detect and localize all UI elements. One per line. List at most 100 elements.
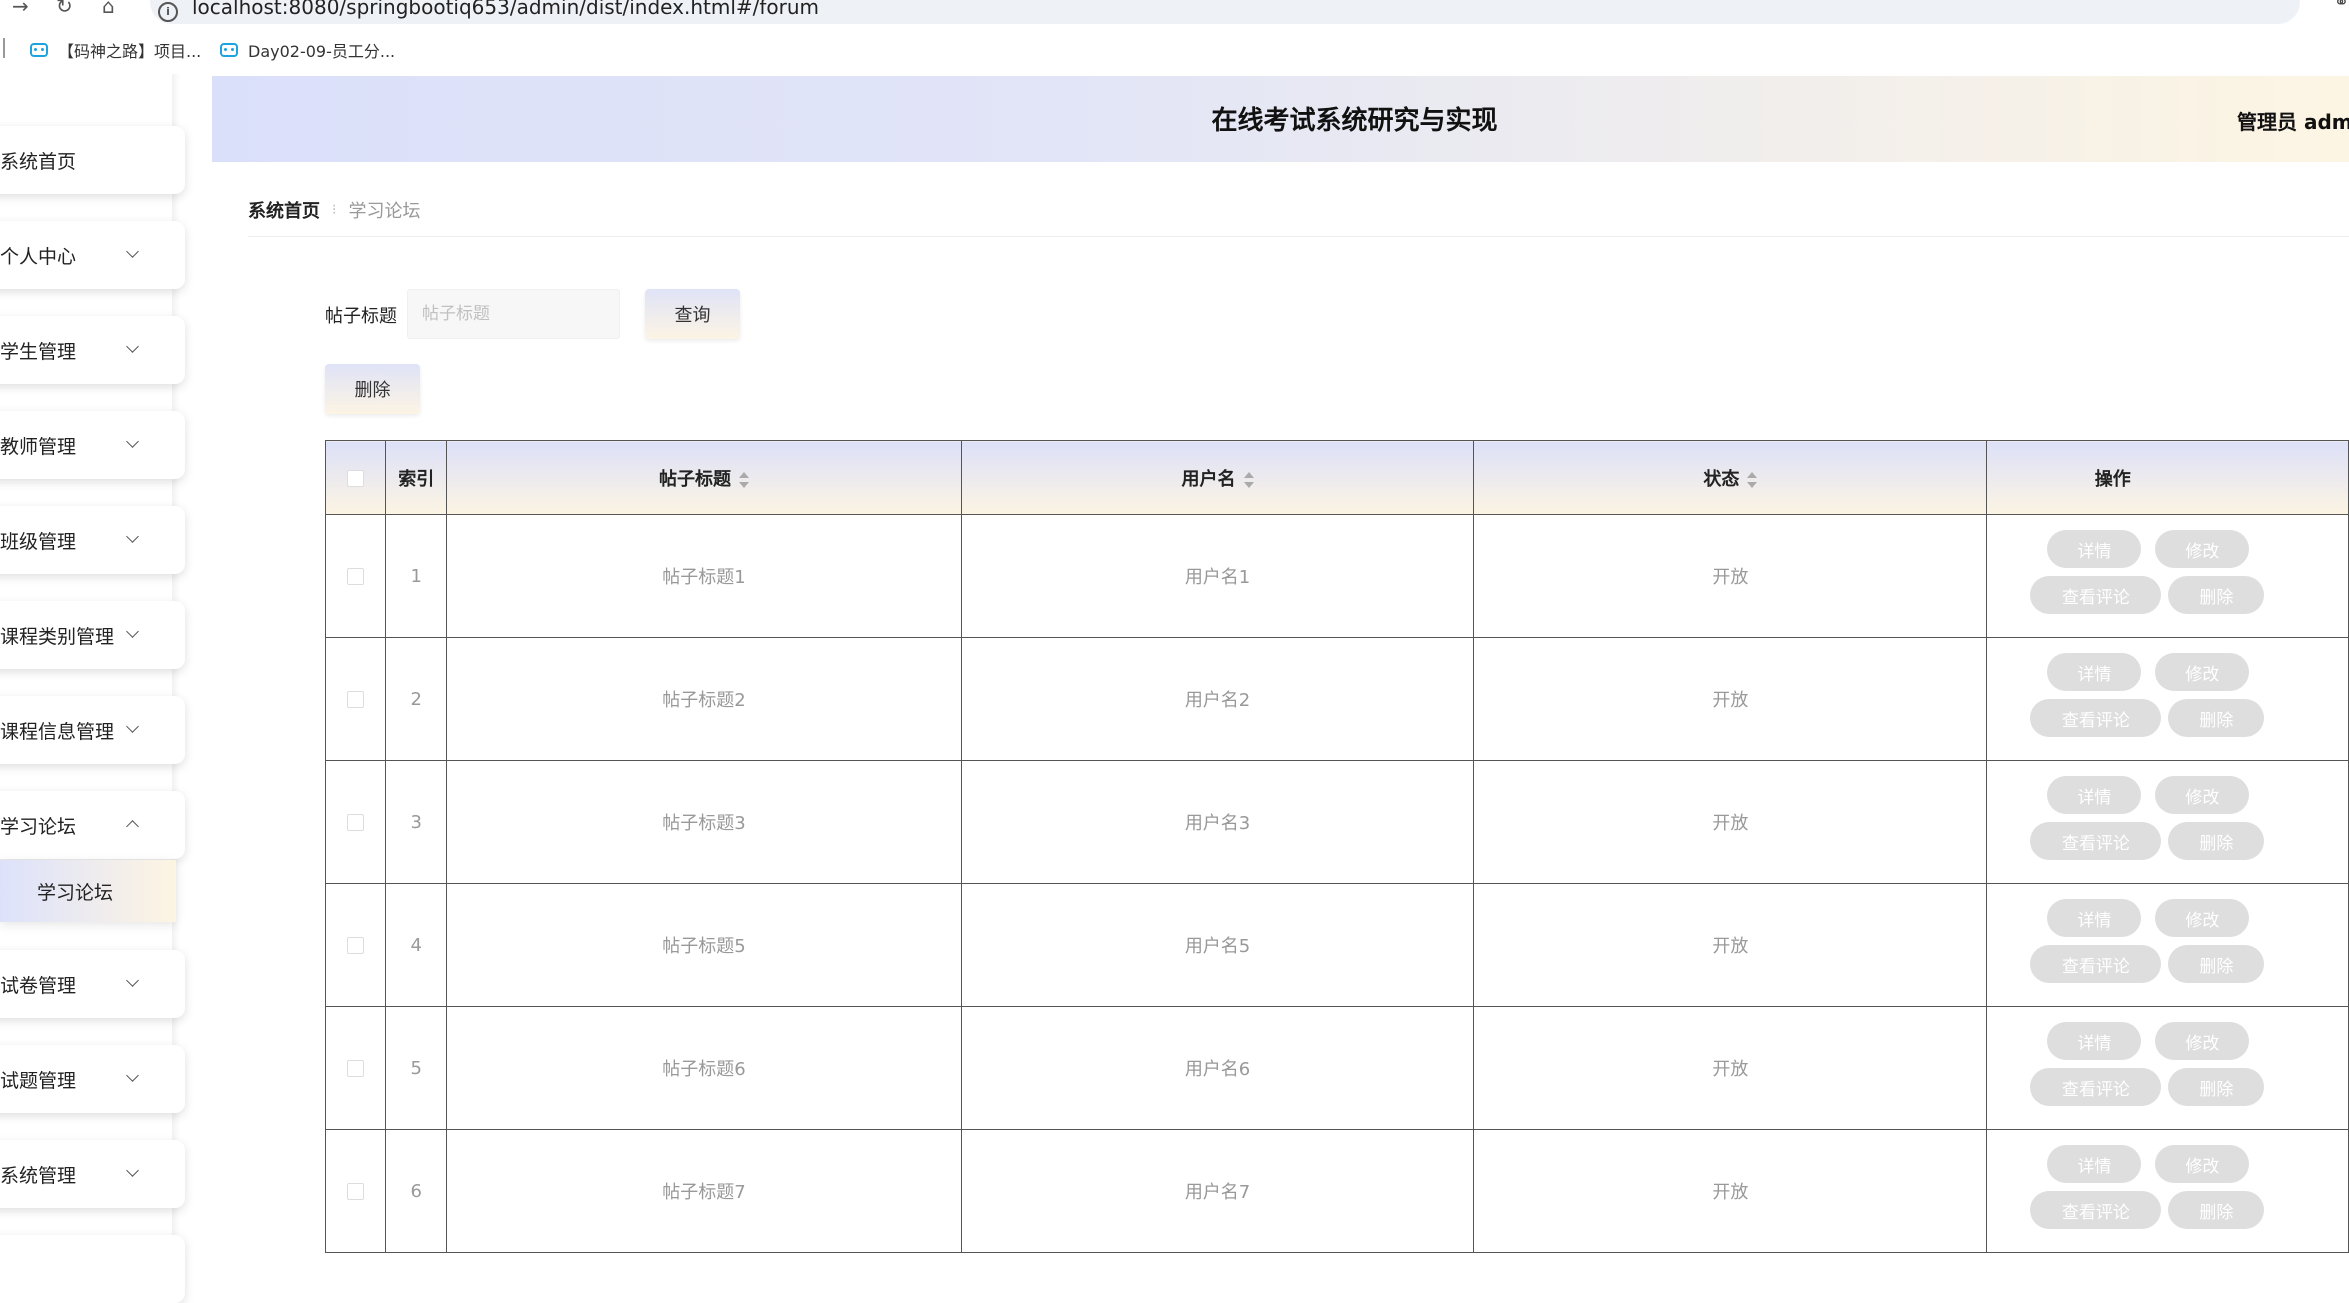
search-title-input[interactable] bbox=[407, 289, 620, 339]
row-delete-button[interactable]: 删除 bbox=[2168, 945, 2265, 983]
column-header-status[interactable]: 状态 bbox=[1473, 440, 1988, 515]
row-title: 帖子标题2 bbox=[446, 637, 962, 761]
sort-icon[interactable] bbox=[1747, 471, 1758, 488]
row-actions: 详情 修改 查看评论 删除 bbox=[1986, 760, 2349, 884]
row-select-cell bbox=[324, 760, 387, 884]
user-menu[interactable]: 管理员 adm bbox=[2237, 106, 2349, 135]
sidebar-item-forum[interactable]: 学习论坛 bbox=[0, 791, 185, 859]
row-username: 用户名5 bbox=[960, 883, 1475, 1007]
row-checkbox[interactable] bbox=[347, 691, 365, 708]
bookmark-item[interactable]: 【码神之路】项目... bbox=[30, 39, 201, 61]
forum-table: 索引 帖子标题 用户名 状态 操作 1 帖子标题1 用户名1 开放 详情 修改 … bbox=[324, 440, 2349, 1253]
detail-button[interactable]: 详情 bbox=[2047, 899, 2142, 937]
row-title: 帖子标题6 bbox=[446, 1006, 962, 1130]
row-actions: 详情 修改 查看评论 删除 bbox=[1986, 637, 2349, 761]
row-index: 1 bbox=[385, 514, 448, 638]
detail-button[interactable]: 详情 bbox=[2047, 530, 2142, 568]
sort-icon[interactable] bbox=[738, 471, 749, 488]
detail-button[interactable]: 详情 bbox=[2047, 1022, 2142, 1060]
row-delete-button[interactable]: 删除 bbox=[2168, 699, 2265, 737]
edit-button[interactable]: 修改 bbox=[2155, 776, 2250, 814]
row-delete-button[interactable]: 删除 bbox=[2168, 1068, 2265, 1106]
row-title: 帖子标题7 bbox=[446, 1129, 962, 1253]
sort-icon[interactable] bbox=[1243, 471, 1254, 488]
row-index: 4 bbox=[385, 883, 448, 1007]
sidebar-item-label: 教师管理 bbox=[0, 435, 77, 458]
view-comments-button[interactable]: 查看评论 bbox=[2030, 1191, 2162, 1229]
sidebar-item-label: 试卷管理 bbox=[0, 974, 77, 997]
select-all-checkbox[interactable] bbox=[347, 469, 365, 487]
detail-button[interactable]: 详情 bbox=[2047, 653, 2142, 691]
row-status: 开放 bbox=[1473, 760, 1988, 884]
view-comments-button[interactable]: 查看评论 bbox=[2030, 945, 2162, 983]
row-checkbox[interactable] bbox=[347, 814, 365, 831]
column-header-label: 操作 bbox=[2094, 468, 2131, 490]
view-comments-button[interactable]: 查看评论 bbox=[2030, 822, 2162, 860]
edit-button[interactable]: 修改 bbox=[2155, 653, 2250, 691]
bookmark-item[interactable]: Day02-09-员工分... bbox=[220, 39, 395, 61]
extension-icon[interactable]: ⚭ bbox=[2334, 0, 2349, 13]
view-comments-button[interactable]: 查看评论 bbox=[2030, 576, 2162, 614]
edit-button[interactable]: 修改 bbox=[2155, 1145, 2250, 1183]
column-header-username[interactable]: 用户名 bbox=[960, 440, 1475, 515]
sidebar-item-label: 学生管理 bbox=[0, 340, 77, 363]
url-field[interactable]: i localhost:8080/springbootiq653/admin/d… bbox=[150, 0, 2300, 24]
detail-button[interactable]: 详情 bbox=[2047, 1145, 2142, 1183]
sidebar-item-personal-center[interactable]: 个人中心 bbox=[0, 221, 185, 289]
row-checkbox[interactable] bbox=[347, 568, 365, 585]
sidebar-item-classes[interactable]: 班级管理 bbox=[0, 506, 185, 574]
row-actions-group: 详情 修改 查看评论 删除 bbox=[1987, 1130, 2348, 1252]
forward-icon[interactable]: → bbox=[12, 0, 29, 18]
row-delete-button[interactable]: 删除 bbox=[2168, 576, 2265, 614]
top-header: 在线考试系统研究与实现 管理员 adm bbox=[212, 76, 2349, 162]
row-checkbox[interactable] bbox=[347, 1183, 365, 1200]
app-title: 在线考试系统研究与实现 bbox=[1211, 106, 1498, 136]
row-actions: 详情 修改 查看评论 删除 bbox=[1986, 1006, 2349, 1130]
sidebar-item-papers[interactable]: 试卷管理 bbox=[0, 950, 185, 1018]
site-info-icon[interactable]: i bbox=[158, 2, 178, 22]
view-comments-button[interactable]: 查看评论 bbox=[2030, 699, 2162, 737]
row-status: 开放 bbox=[1473, 637, 1988, 761]
row-index: 6 bbox=[385, 1129, 448, 1253]
detail-button[interactable]: 详情 bbox=[2047, 776, 2142, 814]
sidebar-item-label: 系统管理 bbox=[0, 1164, 77, 1187]
query-button[interactable]: 查询 bbox=[645, 289, 740, 339]
table-row: 6 帖子标题7 用户名7 开放 详情 修改 查看评论 删除 bbox=[324, 1129, 2349, 1253]
view-comments-button[interactable]: 查看评论 bbox=[2030, 1068, 2162, 1106]
reload-icon[interactable]: ↻ bbox=[56, 0, 73, 18]
batch-delete-button[interactable]: 删除 bbox=[325, 364, 420, 414]
row-checkbox[interactable] bbox=[347, 1060, 365, 1077]
row-username: 用户名3 bbox=[960, 760, 1475, 884]
sidebar-item-more[interactable] bbox=[0, 1235, 185, 1303]
edit-button[interactable]: 修改 bbox=[2155, 899, 2250, 937]
sidebar-item-system[interactable]: 系统管理 bbox=[0, 1140, 185, 1208]
edit-button[interactable]: 修改 bbox=[2155, 1022, 2250, 1060]
row-title: 帖子标题3 bbox=[446, 760, 962, 884]
row-actions-group: 详情 修改 查看评论 删除 bbox=[1987, 638, 2348, 760]
table-row: 4 帖子标题5 用户名5 开放 详情 修改 查看评论 删除 bbox=[324, 883, 2349, 1007]
edit-button[interactable]: 修改 bbox=[2155, 530, 2250, 568]
row-checkbox[interactable] bbox=[347, 937, 365, 954]
sidebar-item-label: 系统首页 bbox=[0, 150, 77, 173]
sidebar-item-label: 试题管理 bbox=[0, 1069, 77, 1092]
sidebar-item-course-info[interactable]: 课程信息管理 bbox=[0, 696, 185, 764]
sidebar-item-course-categories[interactable]: 课程类别管理 bbox=[0, 601, 185, 669]
bookmark-label: 【码神之路】项目... bbox=[58, 42, 202, 61]
home-icon[interactable]: ⌂ bbox=[102, 0, 115, 18]
breadcrumb: 系统首页 ⁝ 学习论坛 bbox=[248, 197, 420, 223]
breadcrumb-home[interactable]: 系统首页 bbox=[248, 197, 320, 223]
bilibili-icon bbox=[220, 43, 238, 57]
row-delete-button[interactable]: 删除 bbox=[2168, 822, 2265, 860]
select-all-cell bbox=[324, 440, 387, 515]
submenu-item-forum[interactable]: 学习论坛 bbox=[0, 860, 176, 922]
sidebar-item-students[interactable]: 学生管理 bbox=[0, 316, 185, 384]
column-header-title[interactable]: 帖子标题 bbox=[446, 440, 962, 515]
sidebar-item-home[interactable]: 系统首页 bbox=[0, 126, 185, 194]
sidebar-item-label: 个人中心 bbox=[0, 245, 77, 268]
sidebar-item-teachers[interactable]: 教师管理 bbox=[0, 411, 185, 479]
sidebar-item-questions[interactable]: 试题管理 bbox=[0, 1045, 185, 1113]
row-actions-group: 详情 修改 查看评论 删除 bbox=[1987, 884, 2348, 1006]
chevron-down-icon bbox=[126, 1164, 139, 1177]
row-delete-button[interactable]: 删除 bbox=[2168, 1191, 2265, 1229]
table-row: 5 帖子标题6 用户名6 开放 详情 修改 查看评论 删除 bbox=[324, 1006, 2349, 1130]
